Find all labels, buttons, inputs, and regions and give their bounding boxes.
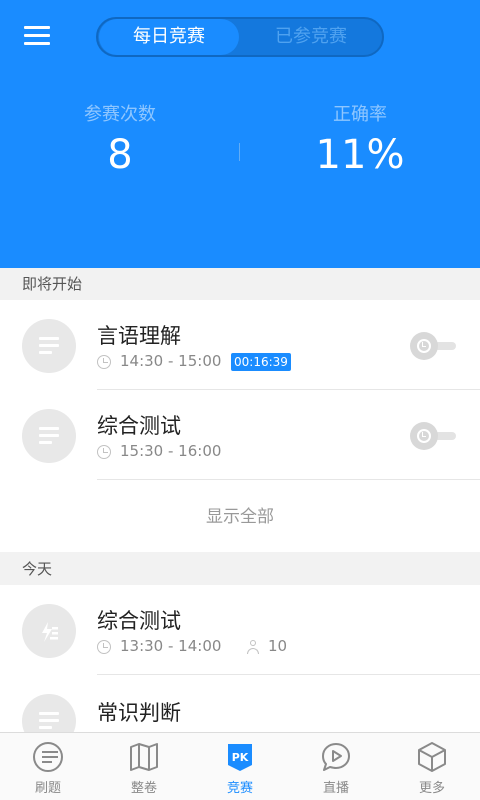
tab-more[interactable]: 更多 <box>384 733 480 800</box>
today-list: 综合测试 13:30 - 14:00 10 常识判断 <box>0 585 480 748</box>
menu-icon[interactable] <box>24 26 52 50</box>
tab-label: 竞赛 <box>226 781 253 796</box>
alarm-icon <box>417 339 431 353</box>
tab-practice[interactable]: 刷题 <box>0 733 96 800</box>
tab-daily-contest[interactable]: 每日竞赛 <box>99 19 239 55</box>
bolt-icon <box>42 622 58 642</box>
quick-practice-icon <box>22 604 76 658</box>
cube-icon <box>418 742 446 772</box>
header: 每日竞赛 已参竞赛 参赛次数 8 正确率 11% <box>0 0 480 268</box>
item-title: 常识判断 <box>97 701 181 725</box>
tab-full-papers[interactable]: 整卷 <box>96 733 192 800</box>
item-time: 15:30 - 16:00 <box>120 442 222 460</box>
item-title: 综合测试 <box>97 609 181 633</box>
alarm-icon <box>417 429 431 443</box>
divider <box>97 479 480 480</box>
stat-accuracy: 正确率 11% <box>240 100 480 178</box>
svg-text:PK: PK <box>232 751 249 764</box>
bottom-tab-bar: 刷题 整卷 PK 竞赛 直播 更多 <box>0 732 480 800</box>
reminder-toggle[interactable] <box>410 422 458 450</box>
pk-icon: PK <box>228 744 252 771</box>
clock-icon <box>97 640 111 654</box>
tab-contest[interactable]: PK 竞赛 <box>192 733 288 800</box>
upcoming-list: 言语理解 14:30 - 15:00 00:16:39 综合测试 15:30 -… <box>0 300 480 552</box>
clock-icon <box>97 445 111 459</box>
item-time: 14:30 - 15:00 <box>120 352 222 370</box>
segment-control: 每日竞赛 已参竞赛 <box>96 17 384 57</box>
item-title: 综合测试 <box>97 414 181 438</box>
section-title-today: 今天 <box>0 553 480 585</box>
list-icon <box>33 742 63 772</box>
item-title: 言语理解 <box>97 324 181 348</box>
stat-participation: 参赛次数 8 <box>0 100 240 178</box>
tab-live[interactable]: 直播 <box>288 733 384 800</box>
stat-value: 8 <box>107 132 133 178</box>
tab-joined-contest[interactable]: 已参竞赛 <box>240 19 382 55</box>
clock-icon <box>97 355 111 369</box>
tab-label: 整卷 <box>130 781 157 796</box>
document-icon <box>22 319 76 373</box>
list-item[interactable]: 言语理解 14:30 - 15:00 00:16:39 <box>0 300 480 390</box>
tab-label: 直播 <box>322 781 349 796</box>
document-icon <box>22 409 76 463</box>
tab-label: 更多 <box>418 781 445 796</box>
map-icon <box>130 743 158 771</box>
stat-value: 11% <box>315 132 405 178</box>
stat-label: 参赛次数 <box>84 104 156 125</box>
list-item[interactable]: 综合测试 15:30 - 16:00 <box>0 390 480 480</box>
stat-label: 正确率 <box>333 104 387 125</box>
section-title-upcoming: 即将开始 <box>0 268 480 300</box>
item-time: 13:30 - 14:00 <box>120 637 222 655</box>
live-icon <box>322 743 350 771</box>
reminder-toggle[interactable] <box>410 332 458 360</box>
person-icon <box>246 640 260 654</box>
tab-label: 刷题 <box>34 781 61 796</box>
participant-count: 10 <box>268 637 288 655</box>
countdown-badge: 00:16:39 <box>231 353 291 371</box>
show-all-button[interactable]: 显示全部 <box>0 481 480 553</box>
list-item[interactable]: 综合测试 13:30 - 14:00 10 <box>0 585 480 675</box>
